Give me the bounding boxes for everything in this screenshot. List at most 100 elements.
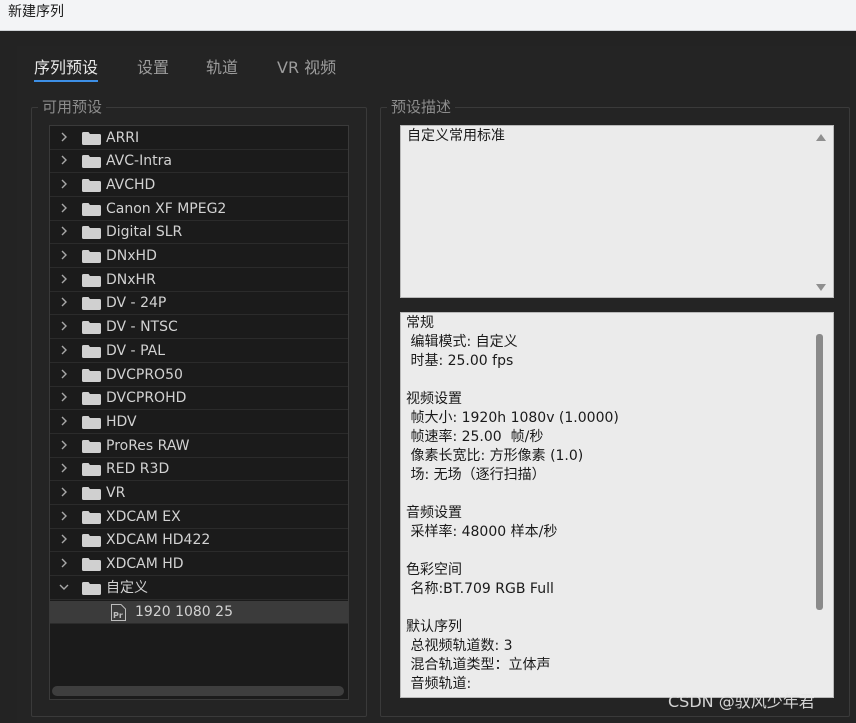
preset-label: 1920 1080 25: [135, 603, 233, 620]
detail-line: [406, 599, 619, 618]
preset-folder[interactable]: XDCAM EX: [50, 506, 348, 529]
chevron-down-icon[interactable]: [58, 580, 70, 594]
folder-icon: [82, 439, 101, 453]
preset-label: XDCAM HD: [106, 556, 184, 573]
preset-folder[interactable]: DNxHD: [50, 245, 348, 268]
folder-icon: [82, 297, 101, 311]
detail-line: 时基: 25.00 fps: [406, 353, 514, 369]
chevron-right-icon[interactable]: [58, 177, 70, 191]
preset-description-box: 自定义常用标准: [400, 125, 834, 298]
folder-icon: [82, 321, 101, 335]
chevron-right-icon[interactable]: [58, 509, 70, 523]
preset-folder[interactable]: Digital SLR: [50, 221, 348, 245]
scroll-up-arrow-icon[interactable]: [816, 134, 826, 141]
preset-folder[interactable]: Canon XF MPEG2: [50, 198, 348, 221]
detail-line: 音频设置: [406, 505, 462, 521]
chevron-right-icon[interactable]: [58, 414, 70, 428]
folder-icon: [82, 226, 101, 240]
preset-folder[interactable]: ARRI: [50, 127, 348, 150]
folder-icon: [82, 510, 101, 524]
preset-label: XDCAM EX: [106, 508, 181, 525]
preset-label: AVC-Intra: [106, 153, 172, 170]
preset-tree[interactable]: ARRI AVC-Intra AVCHD Canon XF MPEG2 Digital …: [49, 125, 349, 700]
preset-folder[interactable]: DV - 24P: [50, 292, 348, 316]
preset-label: VR: [106, 485, 126, 501]
tab-tracks[interactable]: 轨道: [206, 56, 238, 80]
preset-label: Canon XF MPEG2: [106, 200, 227, 217]
folder-icon: [82, 558, 101, 572]
preset-folder[interactable]: XDCAM HD: [50, 553, 348, 577]
tab-sequence-presets[interactable]: 序列预设: [34, 56, 99, 82]
chevron-right-icon[interactable]: [58, 319, 70, 333]
preset-folder-custom[interactable]: 自定义: [50, 577, 348, 600]
detail-line: 混合轨道类型：立体声: [406, 657, 551, 673]
preset-folder[interactable]: DVCPROHD: [50, 387, 348, 411]
chevron-right-icon[interactable]: [58, 272, 70, 286]
details-scrollbar-thumb[interactable]: [816, 334, 823, 610]
preset-label: ARRI: [106, 129, 140, 146]
preset-folder[interactable]: HDV: [50, 411, 348, 434]
description-scrollbar[interactable]: [809, 126, 833, 297]
chevron-right-icon[interactable]: [58, 224, 70, 238]
window-title-bar: 新建序列: [0, 0, 856, 31]
svg-text:Pr: Pr: [113, 611, 123, 620]
preset-folder[interactable]: DV - PAL: [50, 340, 348, 363]
preset-folder[interactable]: DNxHR: [50, 269, 348, 292]
preset-label: DVCPROHD: [106, 390, 187, 407]
preset-item-selected[interactable]: Pr 1920 1080 25: [50, 600, 348, 624]
chevron-right-icon[interactable]: [58, 130, 70, 144]
preset-label: DV - NTSC: [106, 319, 178, 336]
detail-line: 帧速率: 25.00 帧/秒: [406, 429, 544, 445]
preset-folder[interactable]: ProRes RAW: [50, 435, 348, 458]
preset-label: RED R3D: [106, 461, 170, 478]
chevron-right-icon[interactable]: [58, 390, 70, 404]
chevron-right-icon[interactable]: [58, 343, 70, 357]
folder-icon: [82, 534, 101, 548]
detail-line: 像素长宽比: 方形像素 (1.0): [406, 448, 584, 464]
chevron-right-icon[interactable]: [58, 153, 70, 167]
chevron-right-icon[interactable]: [58, 295, 70, 309]
folder-icon: [82, 131, 101, 145]
chevron-right-icon[interactable]: [58, 485, 70, 499]
preset-description-text: 自定义常用标准: [407, 128, 505, 144]
tab-settings[interactable]: 设置: [137, 56, 169, 80]
preset-label: 自定义: [106, 579, 148, 596]
folder-icon: [82, 368, 101, 382]
scroll-down-arrow-icon[interactable]: [816, 284, 826, 291]
chevron-right-icon[interactable]: [58, 532, 70, 546]
preset-folder[interactable]: XDCAM HD422: [50, 529, 348, 553]
folder-icon: [82, 273, 101, 287]
preset-description-title: 预设描述: [387, 97, 456, 117]
details-scrollbar[interactable]: [816, 334, 824, 674]
folder-icon: [82, 392, 101, 406]
chevron-right-icon[interactable]: [58, 461, 70, 475]
detail-line: 采样率: 48000 样本/秒: [406, 524, 558, 540]
preset-folder[interactable]: AVCHD: [50, 174, 348, 197]
chevron-right-icon[interactable]: [58, 556, 70, 570]
preset-details-box: 常规 编辑模式: 自定义 时基: 25.00 fps 视频设置 帧大小: 1920…: [400, 312, 834, 698]
preset-folder[interactable]: DVCPRO50: [50, 364, 348, 387]
chevron-right-icon[interactable]: [58, 367, 70, 381]
preset-folder[interactable]: AVC-Intra: [50, 150, 348, 174]
preset-folder[interactable]: VR: [50, 482, 348, 505]
preset-details-text: 常规 编辑模式: 自定义 时基: 25.00 fps 视频设置 帧大小: 1920…: [406, 314, 619, 694]
detail-line: 总视频轨道数: 3: [406, 638, 513, 654]
detail-line: 音频轨道:: [406, 676, 472, 692]
chevron-right-icon[interactable]: [58, 248, 70, 262]
csdn-watermark: CSDN @驭风少年君: [668, 692, 815, 711]
folder-icon: [82, 250, 101, 263]
preset-tree-horizontal-scrollbar[interactable]: [52, 686, 344, 696]
tab-vr-video[interactable]: VR 视频: [277, 56, 336, 80]
detail-line: 视频设置: [406, 391, 462, 407]
detail-line: 编辑模式: 自定义: [406, 334, 518, 350]
detail-line: 常规: [406, 315, 434, 331]
folder-icon: [82, 581, 101, 595]
chevron-right-icon[interactable]: [58, 438, 70, 452]
folder-icon: [82, 344, 101, 358]
folder-icon: [82, 202, 101, 216]
folder-icon: [82, 487, 101, 500]
folder-icon: [82, 463, 101, 477]
preset-folder[interactable]: DV - NTSC: [50, 316, 348, 340]
preset-folder[interactable]: RED R3D: [50, 458, 348, 482]
chevron-right-icon[interactable]: [58, 201, 70, 215]
